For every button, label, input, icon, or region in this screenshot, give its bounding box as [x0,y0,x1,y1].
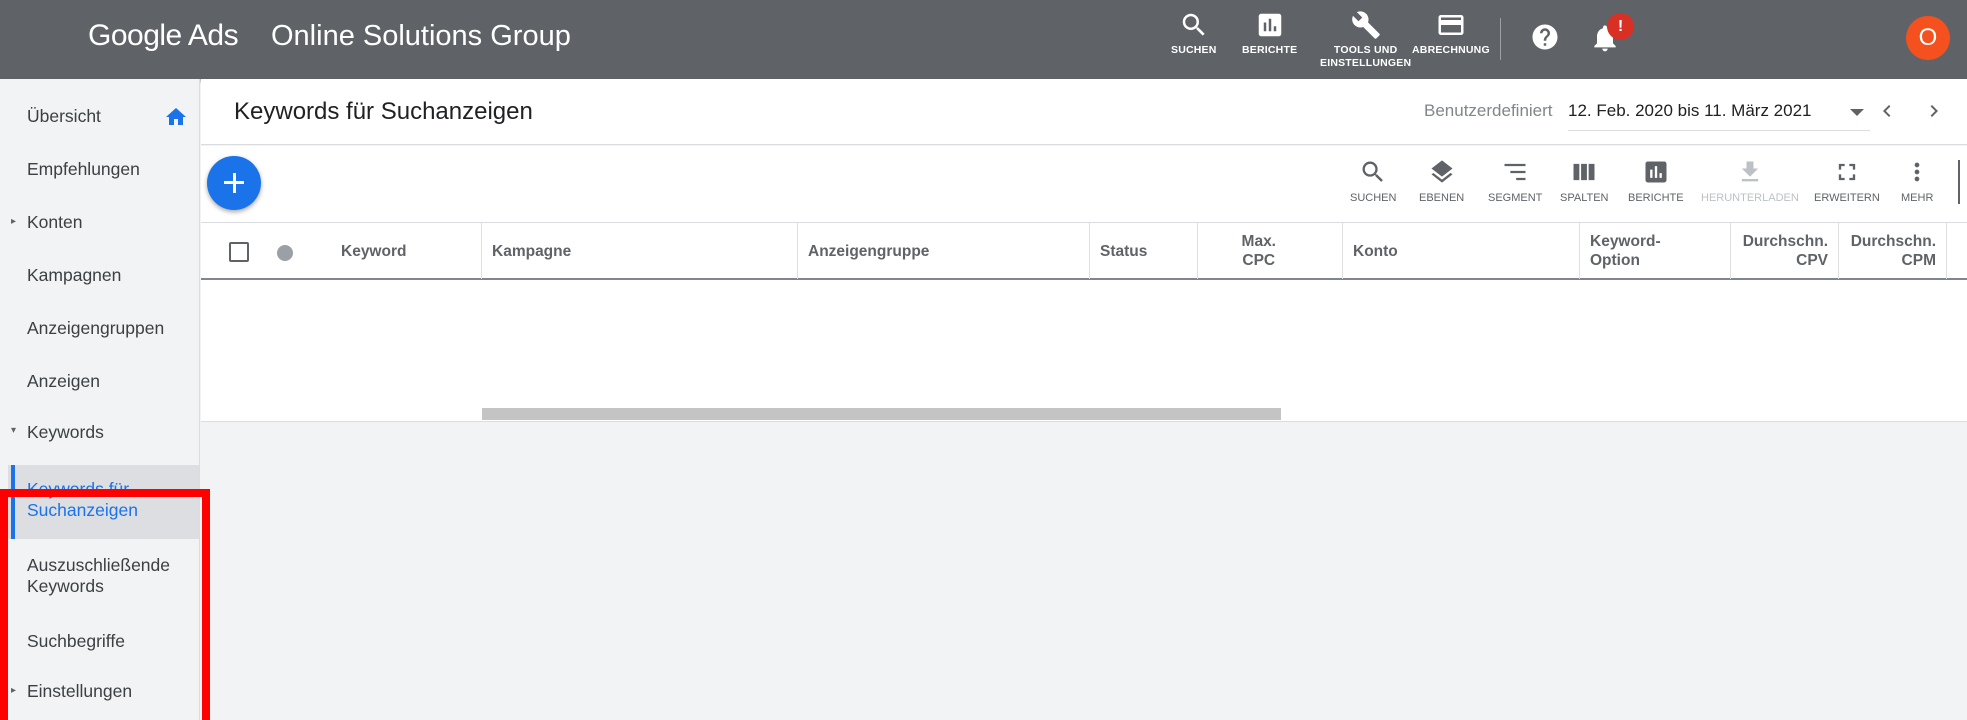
sidebar-item-label: Keywords für Suchanzeigen [27,479,138,520]
toolbar-columns-button[interactable]: SPALTEN [1560,158,1609,204]
caret-down-icon: ▾ [11,425,17,436]
reports-icon [1645,161,1667,183]
date-range-value: 12. Feb. 2020 bis 11. März 2021 [1568,101,1812,120]
toolbar-reports-label: BERICHTE [1628,192,1684,204]
wrench-icon [1351,11,1380,39]
header-search-label: SUCHEN [1171,44,1217,56]
top-header: Google Ads Online Solutions Group SUCHEN… [0,0,1967,79]
column-header-keyword[interactable]: Keyword [331,223,482,279]
sidebar-nav: Übersicht Empfehlungen ▸ Konten Kampagne… [0,79,210,720]
column-header-match-type[interactable]: Keyword- Option [1580,223,1731,279]
header-billing-label: ABRECHNUNG [1412,44,1490,56]
toolbar-more-label: MEHR [1901,192,1934,204]
layers-icon [1431,160,1453,183]
columns-icon [1573,163,1595,181]
header-reports-button[interactable]: BERICHTE [1242,10,1297,70]
toolbar-layers-button[interactable]: EBENEN [1419,158,1464,204]
column-header-adgroup[interactable]: Anzeigengruppe [798,223,1090,279]
date-range-label: Benutzerdefiniert [1424,101,1553,120]
sidebar-item-label: Empfehlungen [27,159,140,179]
toolbar-search-button[interactable]: SUCHEN [1350,158,1396,204]
sidebar-item-ads[interactable]: Anzeigen [0,344,200,397]
reports-icon [1258,13,1281,37]
column-header-max-cpc[interactable]: Max. CPC [1198,223,1343,279]
active-indicator [11,465,15,539]
toolbar-scroll-edge [1958,160,1960,204]
toolbar-segment-label: SEGMENT [1488,192,1543,204]
sidebar-item-label: Anzeigen [27,371,100,391]
toolbar-expand-label: ERWEITERN [1814,192,1880,204]
sidebar-item-label: Kampagnen [27,265,122,285]
header-tools-button[interactable]: TOOLS UND EINSTELLUNGEN [1320,10,1411,70]
sidebar-item-label: Keywords [27,422,104,442]
account-name[interactable]: Online Solutions Group [271,20,571,53]
segment-icon [1504,163,1526,181]
sidebar-item-negative-keywords[interactable]: Auszuschließende Keywords [0,539,200,613]
sidebar-item-label: Suchbegriffe [27,631,125,651]
toolbar-more-button[interactable]: MEHR [1901,158,1933,204]
toolbar-reports-button[interactable]: BERICHTE [1628,158,1684,204]
toolbar-expand-button[interactable]: ERWEITERN [1814,158,1880,204]
toolbar-download-button[interactable]: HERUNTERLADEN [1701,158,1799,204]
table-header-row: Keyword Kampagne Anzeigengruppe Status M… [201,222,1967,280]
expand-icon [1838,163,1856,181]
add-keyword-button[interactable] [207,156,261,210]
download-icon [1741,161,1759,182]
sidebar-item-adgroups[interactable]: Anzeigengruppen [0,291,200,344]
caret-right-icon: ▸ [11,685,17,696]
sidebar-item-label: Übersicht [27,106,101,126]
sidebar-item-search-terms[interactable]: Suchbegriffe [0,613,200,665]
chevron-left-icon[interactable] [1875,99,1899,123]
notification-badge: ! [1607,13,1634,40]
date-range-picker[interactable]: 12. Feb. 2020 bis 11. März 2021 [1568,93,1870,131]
search-icon [1362,161,1384,182]
header-tools-label: TOOLS UND EINSTELLUNGEN [1320,44,1412,69]
column-header-campaign[interactable]: Kampagne [482,223,798,279]
header-reports-label: BERICHTE [1242,44,1298,56]
credit-card-icon [1438,15,1464,35]
header-search-button[interactable]: SUCHEN [1171,10,1217,70]
toolbar-layers-label: EBENEN [1419,192,1465,204]
toolbar-segment-button[interactable]: SEGMENT [1488,158,1542,204]
chevron-right-icon[interactable] [1922,99,1946,123]
status-dot-icon [277,245,293,261]
toolbar-download-label: HERUNTERLADEN [1701,192,1799,204]
horizontal-scrollbar-thumb[interactable] [482,408,1281,420]
sidebar-item-label: Anzeigengruppen [27,318,165,338]
dropdown-arrow-icon [1850,109,1864,116]
sidebar-item-label: Auszuschließende Keywords [27,555,170,596]
sidebar-item-settings[interactable]: ▸ Einstellungen [0,665,200,720]
column-header-avg-cpm[interactable]: Durchschn. CPM [1839,223,1947,279]
search-icon [1182,13,1205,36]
sidebar-item-label: Konten [27,212,83,232]
account-avatar[interactable]: O [1906,16,1950,60]
more-icon [1914,162,1920,182]
column-header-avg-cpv[interactable]: Durchschn. CPV [1731,223,1839,279]
caret-right-icon: ▸ [11,216,17,227]
help-icon[interactable] [1530,22,1560,52]
sidebar-item-recommendations[interactable]: Empfehlungen [0,132,200,185]
google-ads-logo[interactable]: Google Ads [88,19,239,53]
keywords-table-card: SUCHEN EBENEN SEGMENT SPALTEN BERICHTE H… [201,146,1967,422]
column-header-account[interactable]: Konto [1343,223,1580,279]
sidebar-item-accounts[interactable]: ▸ Konten [0,185,200,238]
home-icon [166,108,186,125]
page-titlebar: Keywords für Suchanzeigen Benutzerdefini… [201,79,1967,145]
sidebar-item-label: Einstellungen [27,681,133,701]
select-all-checkbox[interactable] [229,242,249,262]
column-header-status[interactable]: Status [1090,223,1198,279]
header-billing-button[interactable]: ABRECHNUNG [1412,10,1490,70]
sidebar-item-search-keywords[interactable]: Keywords für Suchanzeigen [8,465,199,539]
sidebar-item-keywords[interactable]: ▾ Keywords [0,409,200,455]
toolbar-columns-label: SPALTEN [1560,192,1609,204]
page-title: Keywords für Suchanzeigen [234,98,533,125]
sidebar-item-overview[interactable]: Übersicht [0,79,200,132]
toolbar-search-label: SUCHEN [1350,192,1397,204]
header-divider [1500,18,1501,60]
sidebar-item-campaigns[interactable]: Kampagnen [0,238,200,291]
